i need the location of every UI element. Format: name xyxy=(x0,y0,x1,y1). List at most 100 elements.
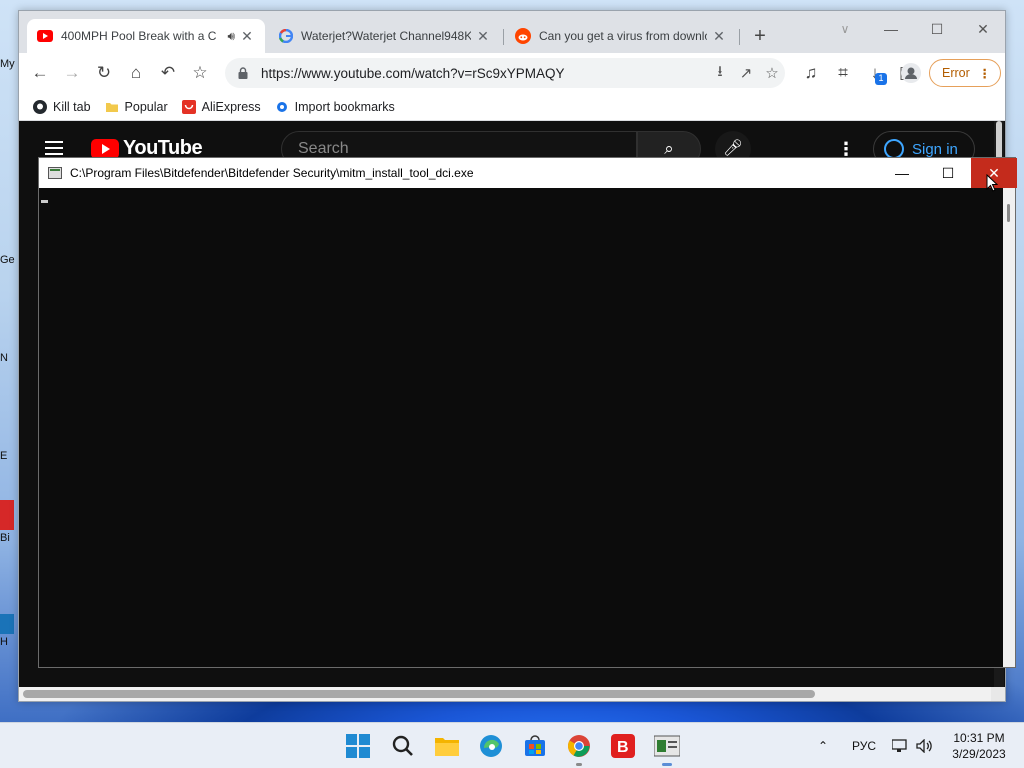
reload-icon[interactable]: ↻ xyxy=(92,61,116,85)
github-icon xyxy=(33,99,47,114)
scrollbar-corner xyxy=(991,687,1005,701)
tray-overflow-icon[interactable]: ⌃ xyxy=(818,723,828,768)
svg-text:B: B xyxy=(617,739,629,756)
start-icon[interactable] xyxy=(343,731,373,761)
menu-kebab-icon[interactable]: ⋮ xyxy=(979,66,992,81)
back-icon[interactable]: ← xyxy=(28,61,52,85)
desktop-icon-label: Ge xyxy=(0,254,15,266)
bookmark-aliexpress[interactable]: AliExpress xyxy=(181,99,261,114)
bookmark-star-icon[interactable]: ☆ xyxy=(188,61,212,85)
close-tab-icon[interactable]: ✕ xyxy=(711,28,727,45)
aliexpress-icon xyxy=(181,99,196,114)
youtube-play-icon xyxy=(91,138,119,159)
minimize-button[interactable]: — xyxy=(879,17,903,41)
profile-error-button[interactable]: Error ⋮ xyxy=(929,59,1001,87)
tab-separator xyxy=(503,29,504,45)
console-maximize-button[interactable]: ☐ xyxy=(925,158,971,188)
horizontal-scrollbar[interactable] xyxy=(19,687,991,701)
clock-date: 3/29/2023 xyxy=(952,747,1006,761)
browser-toolbar: ← → ↻ ⌂ ↶ ☆ https://www.youtube.com/watc… xyxy=(19,53,1005,93)
home-icon[interactable]: ⌂ xyxy=(124,61,148,85)
desktop-icon-label: H xyxy=(0,636,8,648)
bookmark-popular[interactable]: Popular xyxy=(105,100,168,114)
close-tab-icon[interactable]: ✕ xyxy=(239,28,255,45)
bookmark-page-icon[interactable]: ☆ xyxy=(759,64,785,82)
downloads-badge: 1 xyxy=(875,73,887,85)
volume-icon[interactable] xyxy=(916,723,934,768)
edge-icon[interactable] xyxy=(476,731,506,761)
scrollbar-thumb[interactable] xyxy=(23,690,815,698)
crop-icon[interactable]: ⌗ xyxy=(831,61,855,85)
bookmark-import[interactable]: Import bookmarks xyxy=(275,100,395,114)
tab-title: 400MPH Pool Break with a C xyxy=(61,29,217,43)
media-control-icon[interactable]: ♫ xyxy=(799,61,823,85)
console-window[interactable]: C:\Program Files\Bitdefender\Bitdefender… xyxy=(38,157,1017,668)
store-icon[interactable] xyxy=(520,731,550,761)
lock-icon[interactable] xyxy=(237,67,249,79)
shortcut-icon xyxy=(0,614,14,634)
reddit-icon xyxy=(515,28,531,44)
tab-youtube[interactable]: 400MPH Pool Break with a C 🔊︎ ✕ xyxy=(27,19,265,53)
bookmark-label: AliExpress xyxy=(201,99,261,114)
desktop-icon-label: My xyxy=(0,58,15,70)
desktop-icon-bi[interactable]: Bi xyxy=(0,500,18,544)
chrome-icon[interactable] xyxy=(564,731,594,766)
system-clock[interactable]: 10:31 PM 3/29/2023 xyxy=(944,730,1014,762)
install-app-icon[interactable]: ⭳ xyxy=(707,61,733,86)
audio-playing-icon[interactable]: 🔊︎ xyxy=(227,29,235,44)
network-icon[interactable] xyxy=(892,723,908,768)
url-text[interactable]: https://www.youtube.com/watch?v=rSc9xYPM… xyxy=(261,66,707,81)
scrollbar-thumb[interactable] xyxy=(996,121,1002,161)
mouse-pointer-icon xyxy=(986,174,998,192)
sign-in-label: Sign in xyxy=(912,140,958,158)
desktop-icon-h[interactable]: H xyxy=(0,614,18,648)
user-avatar-icon xyxy=(884,139,904,159)
desktop-icon-n[interactable]: N xyxy=(0,352,18,364)
desktop-icon-label: E xyxy=(0,450,8,462)
error-label: Error xyxy=(942,66,970,80)
bookmark-label: Import bookmarks xyxy=(294,99,395,114)
language-indicator[interactable]: РУС xyxy=(852,723,876,768)
google-icon xyxy=(279,29,293,43)
bookmark-label: Popular xyxy=(124,99,168,114)
bookmarks-bar: Kill tab Popular AliExpress Import bookm… xyxy=(19,93,1005,121)
console-taskbar-icon[interactable] xyxy=(652,731,682,766)
address-bar[interactable]: https://www.youtube.com/watch?v=rSc9xYPM… xyxy=(225,58,785,88)
new-tab-button[interactable]: + xyxy=(749,25,771,47)
console-title-bar[interactable]: C:\Program Files\Bitdefender\Bitdefender… xyxy=(39,158,1017,188)
close-window-button[interactable]: ✕ xyxy=(971,17,995,41)
undo-icon[interactable]: ↶ xyxy=(156,61,180,85)
clock-time: 10:31 PM xyxy=(953,731,1005,745)
desktop-icon-label: Bi xyxy=(0,532,10,544)
tab-strip: 400MPH Pool Break with a C 🔊︎ ✕ Waterjet… xyxy=(19,11,1005,53)
folder-icon xyxy=(105,102,118,112)
tab-reddit[interactable]: Can you get a virus from downloa ✕ xyxy=(505,19,737,53)
profile-avatar-icon[interactable] xyxy=(901,63,921,83)
gear-icon xyxy=(276,101,287,112)
downloads-icon[interactable]: ↓ 1 xyxy=(863,61,887,85)
tab-title: Can you get a virus from downloa xyxy=(539,29,707,43)
console-minimize-button[interactable]: — xyxy=(879,158,925,188)
taskbar: B ⌃ РУС 10:31 PM 3/29/2023 xyxy=(0,722,1024,768)
tab-waterjet[interactable]: Waterjet?Waterjet Channel948K ✕ xyxy=(269,19,501,53)
desktop-icon-e[interactable]: E xyxy=(0,450,18,462)
youtube-icon xyxy=(37,30,53,42)
bitdefender-icon[interactable]: B xyxy=(608,731,638,761)
bitdefender-icon xyxy=(0,500,14,530)
close-tab-icon[interactable]: ✕ xyxy=(475,28,491,45)
console-scrollbar[interactable] xyxy=(1003,188,1015,667)
hamburger-menu-icon[interactable] xyxy=(45,141,63,155)
tab-search-icon[interactable]: ∨ xyxy=(833,17,857,41)
console-title: C:\Program Files\Bitdefender\Bitdefender… xyxy=(70,166,474,180)
maximize-button[interactable]: ☐ xyxy=(925,17,949,41)
share-icon[interactable]: ↗ xyxy=(733,64,759,82)
desktop-icon-my-computer[interactable]: My xyxy=(0,58,18,70)
bookmark-label: Kill tab xyxy=(53,99,91,114)
search-icon[interactable] xyxy=(388,731,418,761)
bookmark-kill-tab[interactable]: Kill tab xyxy=(33,99,91,114)
file-explorer-icon[interactable] xyxy=(432,731,462,761)
text-cursor xyxy=(41,200,48,203)
forward-icon[interactable]: → xyxy=(60,61,84,85)
desktop-icon-ge[interactable]: Ge xyxy=(0,254,18,266)
scrollbar-thumb[interactable] xyxy=(1007,204,1010,222)
